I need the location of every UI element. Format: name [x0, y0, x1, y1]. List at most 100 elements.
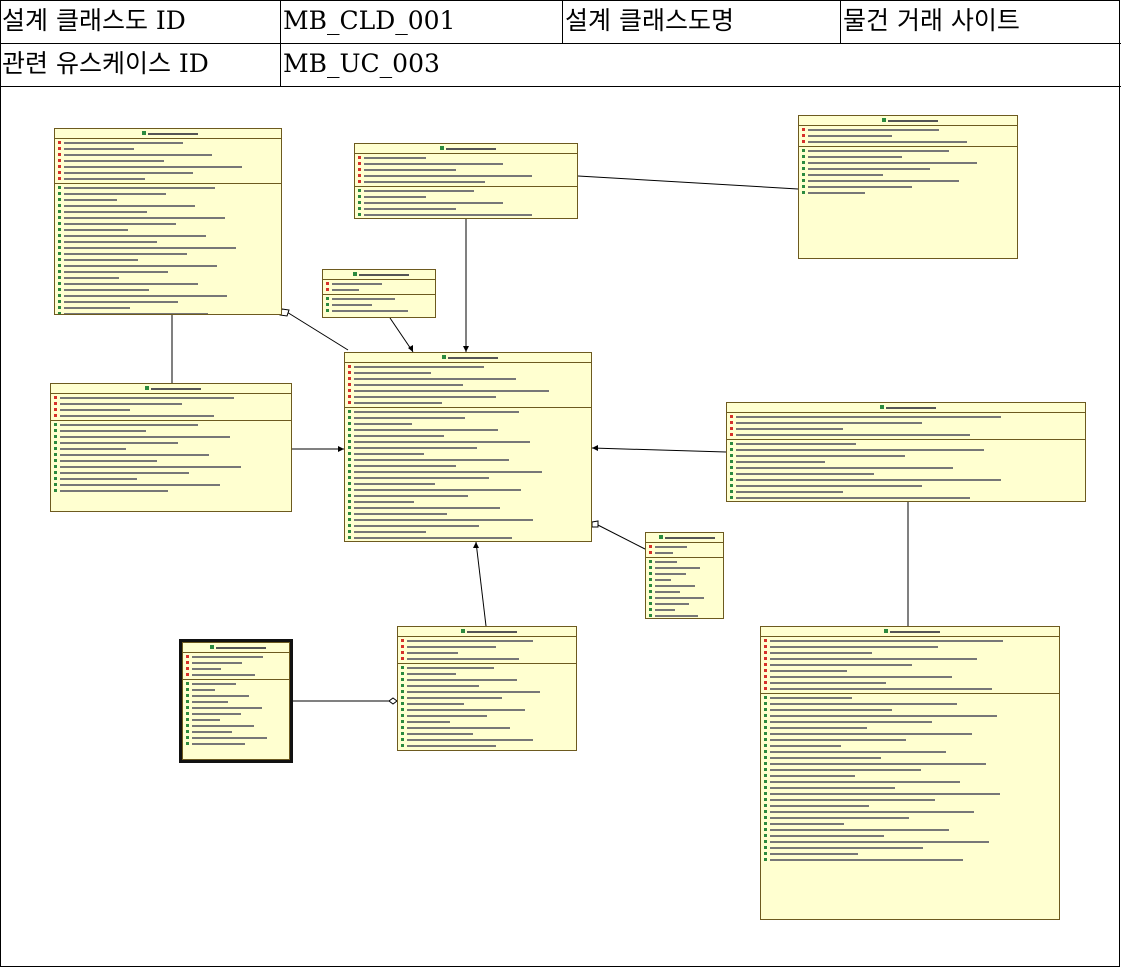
class-box-selected-controller[interactable] — [179, 639, 293, 763]
member-text-bar — [64, 253, 187, 255]
attribute-row — [54, 413, 291, 419]
aggregation-diamond — [591, 520, 599, 528]
member-text-bar — [770, 751, 946, 753]
member-text-bar — [64, 259, 138, 261]
attribute-compartment — [355, 154, 577, 187]
visibility-marker-icon — [764, 726, 767, 729]
visibility-marker-icon — [764, 681, 767, 684]
attribute-compartment — [51, 394, 291, 421]
class-box-small-interface[interactable] — [322, 269, 436, 318]
member-text-bar — [60, 460, 157, 462]
method-compartment — [761, 694, 1059, 864]
visibility-marker-icon — [58, 171, 61, 174]
member-text-bar — [354, 366, 484, 368]
member-text-bar — [655, 585, 695, 587]
visibility-marker-icon — [348, 452, 351, 455]
member-text-bar — [655, 573, 686, 575]
uml-class-diagram — [0, 86, 1121, 968]
member-text-bar — [354, 471, 542, 473]
member-text-bar — [354, 477, 489, 479]
visibility-marker-icon — [764, 780, 767, 783]
class-box-member-vo[interactable] — [54, 128, 282, 315]
member-text-bar — [770, 664, 912, 666]
member-text-bar — [407, 691, 540, 693]
visibility-marker-icon — [348, 536, 351, 539]
visibility-marker-icon — [186, 688, 189, 691]
member-text-bar — [770, 853, 858, 855]
visibility-marker-icon — [54, 429, 57, 432]
visibility-marker-icon — [401, 720, 404, 723]
member-text-bar — [770, 682, 886, 684]
member-text-bar — [736, 461, 825, 463]
method-compartment — [55, 184, 281, 314]
association-line — [475, 541, 487, 627]
visibility-marker-icon — [348, 401, 351, 404]
class-title — [51, 384, 291, 394]
member-text-bar — [655, 552, 673, 554]
visibility-marker-icon — [401, 639, 404, 642]
visibility-marker-icon — [348, 524, 351, 527]
member-text-bar — [64, 160, 164, 162]
class-title — [183, 643, 289, 653]
member-text-bar — [64, 172, 193, 174]
member-text-bar — [770, 676, 952, 678]
visibility-marker-icon — [401, 738, 404, 741]
class-box-trade-service-impl[interactable] — [726, 402, 1086, 502]
class-title — [355, 144, 577, 154]
class-box-board-service[interactable] — [798, 115, 1018, 259]
member-text-bar — [192, 743, 245, 745]
visibility-marker-icon — [764, 756, 767, 759]
member-text-bar — [354, 435, 444, 437]
visibility-marker-icon — [401, 702, 404, 705]
visibility-marker-icon — [54, 489, 57, 492]
association-line — [591, 447, 727, 453]
visibility-marker-icon — [649, 590, 652, 593]
visibility-marker-icon — [186, 694, 189, 697]
class-box-board-service-impl-top[interactable] — [354, 143, 578, 219]
visibility-marker-icon — [764, 750, 767, 753]
member-text-bar — [655, 579, 671, 581]
visibility-marker-icon — [802, 155, 805, 158]
header-row-1: 설계 클래스도 ID MB_CLD_001 설계 클래스도명 물건 거래 사이트 — [0, 0, 1121, 44]
visibility-marker-icon — [764, 708, 767, 711]
member-text-bar — [192, 668, 221, 670]
method-row — [401, 749, 576, 750]
member-text-bar — [770, 739, 906, 741]
method-row — [54, 488, 291, 494]
visibility-marker-icon — [348, 512, 351, 515]
visibility-marker-icon — [764, 687, 767, 690]
visibility-marker-icon — [730, 460, 733, 463]
visibility-marker-icon — [58, 282, 61, 285]
member-text-bar — [407, 709, 525, 711]
visibility-marker-icon — [58, 240, 61, 243]
member-text-bar — [808, 129, 939, 131]
member-text-bar — [407, 652, 458, 654]
member-text-bar — [354, 402, 442, 404]
member-text-bar — [407, 727, 510, 729]
member-text-bar — [60, 409, 130, 411]
member-text-bar — [60, 415, 214, 417]
arrowhead — [592, 445, 598, 451]
visibility-marker-icon — [54, 471, 57, 474]
class-box-member-service-impl[interactable] — [50, 383, 292, 512]
method-row — [186, 741, 289, 747]
member-text-bar — [407, 715, 487, 717]
visibility-marker-icon — [348, 410, 351, 413]
class-box-trade-vo[interactable] — [760, 626, 1060, 920]
member-text-bar — [64, 199, 117, 201]
member-text-bar — [354, 483, 435, 485]
member-text-bar — [770, 805, 869, 807]
visibility-marker-icon — [186, 682, 189, 685]
class-box-category-vo[interactable] — [645, 532, 724, 619]
member-text-bar — [407, 679, 517, 681]
member-text-bar — [192, 701, 228, 703]
member-text-bar — [770, 721, 932, 723]
member-text-bar — [354, 531, 426, 533]
class-box-board-vo-center[interactable] — [344, 352, 592, 542]
class-box-reply-vo[interactable] — [397, 626, 577, 751]
visibility-marker-icon — [348, 518, 351, 521]
attribute-row — [186, 672, 289, 678]
visibility-marker-icon — [401, 666, 404, 669]
visibility-marker-icon — [58, 141, 61, 144]
visibility-marker-icon — [58, 153, 61, 156]
